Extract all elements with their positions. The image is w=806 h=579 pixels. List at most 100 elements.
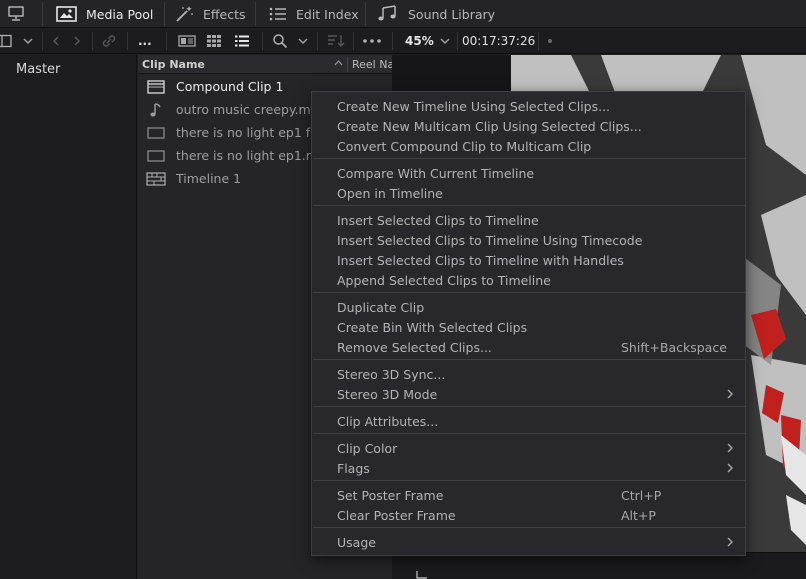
menu-separator bbox=[313, 433, 746, 434]
magic-wand-icon bbox=[175, 5, 195, 23]
media-pool-icon bbox=[56, 5, 78, 23]
submenu-arrow-icon bbox=[726, 462, 734, 477]
menu-item-insert-clips-timecode[interactable]: Insert Selected Clips to Timeline Using … bbox=[312, 230, 745, 250]
timecode-display[interactable]: 00:17:37:26 bbox=[462, 28, 535, 54]
toolbar-divider bbox=[255, 2, 256, 26]
video-clip-icon bbox=[145, 126, 167, 140]
shortcut-label: Ctrl+P bbox=[621, 488, 662, 503]
monitor-icon bbox=[7, 5, 25, 23]
thumbnail-view-button[interactable] bbox=[206, 28, 222, 54]
search-options-dropdown[interactable] bbox=[296, 28, 310, 54]
bin-list-panel: Master bbox=[0, 55, 137, 579]
menu-item-clip-attributes[interactable]: Clip Attributes... bbox=[312, 411, 745, 431]
menu-item-create-multicam-clip[interactable]: Create New Multicam Clip Using Selected … bbox=[312, 116, 745, 136]
menu-separator bbox=[313, 527, 746, 528]
panel-layout-icon bbox=[0, 34, 14, 48]
media-pool-button[interactable]: Media Pool bbox=[56, 0, 153, 28]
top-toolbar: Media Pool Effects Edit Index Sound Libr… bbox=[0, 0, 806, 28]
chevron-left-icon bbox=[49, 34, 63, 48]
sort-icon bbox=[326, 33, 346, 49]
clip-name: there is no light ep1 fac bbox=[176, 125, 325, 140]
toolbar-divider bbox=[92, 32, 93, 50]
menu-item-open-in-timeline[interactable]: Open in Timeline bbox=[312, 183, 745, 203]
menu-item-compare-with-timeline[interactable]: Compare With Current Timeline bbox=[312, 163, 745, 183]
column-divider[interactable] bbox=[347, 57, 348, 72]
menu-separator bbox=[313, 406, 746, 407]
column-header-clip-name[interactable]: Clip Name bbox=[142, 58, 205, 71]
list-view-button[interactable] bbox=[234, 28, 250, 54]
options-button[interactable] bbox=[362, 28, 382, 54]
chevron-down-icon bbox=[21, 34, 35, 48]
clip-name: outro music creepy.mp bbox=[176, 102, 319, 117]
sound-library-button[interactable]: Sound Library bbox=[376, 0, 495, 28]
menu-item-set-poster-frame[interactable]: Set Poster Frame Ctrl+P bbox=[312, 485, 745, 505]
menu-item-duplicate-clip[interactable]: Duplicate Clip bbox=[312, 297, 745, 317]
submenu-arrow-icon bbox=[726, 536, 734, 551]
menu-item-convert-compound-to-multicam[interactable]: Convert Compound Clip to Multicam Clip bbox=[312, 136, 745, 156]
menu-item-clip-color[interactable]: Clip Color bbox=[312, 438, 745, 458]
edit-index-label: Edit Index bbox=[296, 6, 359, 22]
toolbar-divider bbox=[166, 32, 167, 50]
toolbar-divider bbox=[392, 32, 393, 50]
more-options-icon bbox=[362, 38, 382, 44]
clip-list-header: Clip Name Reel Na bbox=[138, 55, 392, 74]
toolbar-divider bbox=[42, 2, 43, 26]
menu-item-flags[interactable]: Flags bbox=[312, 458, 745, 478]
menu-item-create-timeline-from-clips[interactable]: Create New Timeline Using Selected Clips… bbox=[312, 96, 745, 116]
menu-item-stereo-3d-mode[interactable]: Stereo 3D Mode bbox=[312, 384, 745, 404]
crop-icon[interactable] bbox=[414, 571, 430, 579]
clip-name: Compound Clip 1 bbox=[176, 79, 284, 94]
link-icon bbox=[100, 33, 118, 49]
chevron-down-icon bbox=[296, 34, 310, 48]
menu-item-append-clips[interactable]: Append Selected Clips to Timeline bbox=[312, 270, 745, 290]
edit-index-button[interactable]: Edit Index bbox=[268, 0, 359, 28]
search-icon bbox=[272, 33, 288, 49]
toolbar-divider bbox=[538, 32, 539, 50]
menu-item-insert-clips-handles[interactable]: Insert Selected Clips to Timeline with H… bbox=[312, 250, 745, 270]
search-button[interactable] bbox=[272, 28, 288, 54]
chevron-down-icon bbox=[438, 34, 452, 48]
toolbar-divider bbox=[353, 32, 354, 50]
timecode-value: 00:17:37:26 bbox=[462, 34, 536, 48]
grid-view-icon bbox=[206, 34, 222, 48]
toolbar-divider bbox=[317, 32, 318, 50]
zoom-level[interactable]: 45% bbox=[405, 28, 434, 54]
menu-item-create-bin[interactable]: Create Bin With Selected Clips bbox=[312, 317, 745, 337]
menu-item-remove-clips[interactable]: Remove Selected Clips... Shift+Backspace bbox=[312, 337, 745, 357]
shortcut-label: Alt+P bbox=[621, 508, 656, 523]
music-notes-icon bbox=[376, 5, 400, 23]
sort-button[interactable] bbox=[326, 28, 346, 54]
menu-item-stereo-3d-sync[interactable]: Stereo 3D Sync... bbox=[312, 364, 745, 384]
more-button[interactable]: ... bbox=[138, 28, 152, 54]
menu-separator bbox=[313, 359, 746, 360]
list-icon bbox=[268, 5, 288, 23]
media-pool-toolbar: ... 45% 00:17:37:26 bbox=[0, 28, 806, 54]
toolbar-divider bbox=[262, 32, 263, 50]
clip-name: there is no light ep1.mp bbox=[176, 148, 326, 163]
status-dot-icon bbox=[546, 37, 554, 45]
link-button[interactable] bbox=[100, 28, 118, 54]
bin-dropdown-button[interactable] bbox=[21, 28, 35, 54]
column-header-reel-name[interactable]: Reel Na bbox=[352, 58, 392, 71]
submenu-arrow-icon bbox=[726, 388, 734, 403]
effects-label: Effects bbox=[203, 6, 246, 22]
back-button[interactable] bbox=[49, 28, 63, 54]
metadata-view-button[interactable] bbox=[178, 28, 196, 54]
toolbar-divider bbox=[365, 2, 366, 26]
list-view-icon bbox=[234, 34, 250, 48]
sort-ascending-icon[interactable] bbox=[334, 57, 343, 72]
menu-separator bbox=[313, 292, 746, 293]
zoom-dropdown[interactable] bbox=[438, 28, 452, 54]
music-note-icon bbox=[145, 102, 167, 118]
menu-item-insert-clips[interactable]: Insert Selected Clips to Timeline bbox=[312, 210, 745, 230]
menu-separator bbox=[313, 205, 746, 206]
bin-master[interactable]: Master bbox=[16, 62, 60, 77]
video-clip-icon bbox=[145, 149, 167, 163]
workspace-toggle-button[interactable] bbox=[7, 0, 25, 28]
menu-item-usage[interactable]: Usage bbox=[312, 532, 745, 552]
panel-toggle-button[interactable] bbox=[0, 28, 14, 54]
forward-button[interactable] bbox=[70, 28, 84, 54]
submenu-arrow-icon bbox=[726, 442, 734, 457]
menu-item-clear-poster-frame[interactable]: Clear Poster Frame Alt+P bbox=[312, 505, 745, 525]
effects-button[interactable]: Effects bbox=[175, 0, 246, 28]
